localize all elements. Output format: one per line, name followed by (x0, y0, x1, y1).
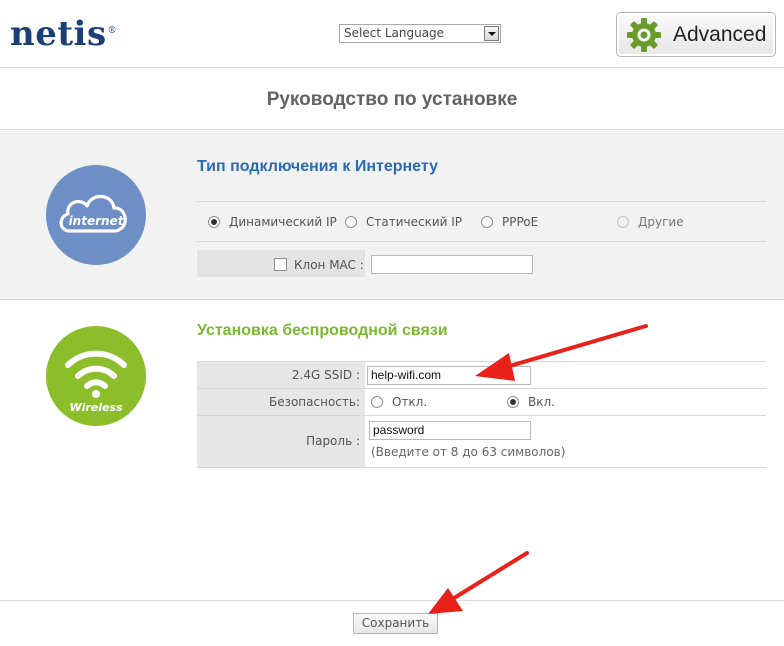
wireless-section-title: Установка беспроводной связи (197, 322, 448, 339)
password-hint: (Введите от 8 до 63 символов) (371, 445, 566, 459)
cloud-icon: internet (59, 194, 127, 233)
option-label-dynamic-ip: Динамический IP (229, 215, 337, 229)
advanced-button[interactable]: Advanced (616, 12, 776, 57)
mac-clone-checkbox[interactable] (274, 258, 287, 271)
divider (197, 467, 766, 468)
wireless-badge: Wireless (46, 326, 146, 426)
page-title: Руководство по установке (266, 89, 518, 110)
ssid-label: 2.4G SSID : (197, 362, 365, 388)
internet-cloud-badge: internet (46, 165, 146, 265)
security-off-label: Откл. (392, 395, 428, 409)
divider (197, 201, 766, 202)
radio-security-off[interactable] (371, 396, 383, 408)
password-label: Пароль : (197, 416, 365, 467)
mac-clone-label: Клон MAC : (294, 258, 364, 272)
security-on-label: Вкл. (528, 395, 555, 409)
internet-icon-label: internet (69, 214, 125, 228)
security-label: Безопасность: (197, 389, 365, 415)
header-bar: netis® Select Language Advanced (0, 0, 784, 68)
radio-dynamic-ip[interactable] (208, 216, 220, 228)
password-input[interactable]: password (369, 421, 531, 440)
footer-divider (0, 600, 784, 601)
advanced-button-label: Advanced (673, 22, 767, 46)
save-button[interactable]: Сохранить (353, 613, 438, 634)
radio-static-ip[interactable] (345, 216, 357, 228)
radio-security-on[interactable] (507, 396, 519, 408)
option-label-pppoe: PPPoE (502, 215, 539, 229)
option-label-other: Другие (638, 215, 684, 229)
wifi-icon: Wireless (65, 350, 127, 414)
gear-icon (627, 17, 661, 52)
radio-pppoe[interactable] (481, 216, 493, 228)
divider (197, 241, 766, 242)
mac-address-input[interactable] (371, 255, 533, 274)
annotation-arrow-icon (428, 551, 529, 614)
internet-section-title: Тип подключения к Интернету (197, 158, 438, 175)
netis-logo: netis® (10, 14, 118, 54)
ssid-input[interactable]: help-wifi.com (367, 366, 531, 385)
dropdown-arrow-icon[interactable] (484, 26, 499, 41)
wireless-icon-label: Wireless (69, 401, 123, 414)
page-title-band: Руководство по установке (0, 69, 784, 130)
language-select[interactable]: Select Language (339, 24, 501, 43)
option-label-static-ip: Статический IP (366, 215, 463, 229)
radio-other[interactable] (617, 216, 629, 228)
language-select-value: Select Language (344, 26, 445, 40)
